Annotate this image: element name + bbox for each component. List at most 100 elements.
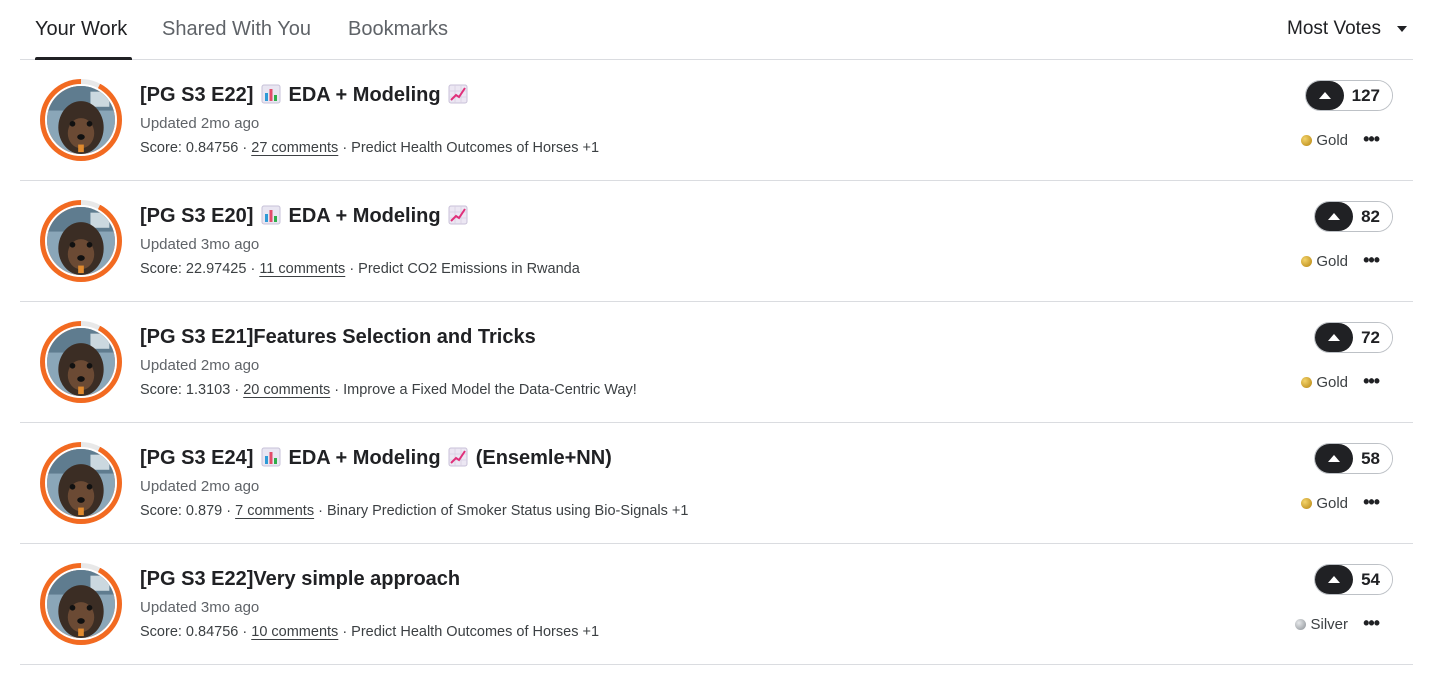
medal-badge: Gold: [1301, 495, 1348, 512]
notebook-meta: Score: 0.84756 · 10 comments · Predict H…: [140, 622, 599, 642]
avatar-image: [45, 84, 117, 156]
list-item[interactable]: [PG S3 E24] EDA + Modeling (Ensemle+NN) …: [20, 423, 1413, 544]
medal-label: Gold: [1316, 253, 1348, 270]
gold-medal-icon: [1301, 498, 1313, 509]
notebook-meta: Score: 0.879 · 7 comments · Binary Predi…: [140, 501, 688, 521]
competition-text: · Predict Health Outcomes of Horses +1: [342, 624, 600, 640]
title-middle: EDA + Modeling: [288, 447, 441, 469]
notebook-list: [PG S3 E22] EDA + Modeling Updated 2mo a…: [20, 60, 1413, 665]
title-middle: EDA + Modeling: [288, 84, 441, 106]
vote-button[interactable]: 54: [1314, 564, 1393, 595]
upvote-button[interactable]: [1315, 202, 1354, 231]
comments-link[interactable]: 10 comments: [251, 624, 338, 640]
notebook-title[interactable]: [PG S3 E20] EDA + Modeling: [140, 203, 470, 229]
notebook-title[interactable]: [PG S3 E22]Very simple approach: [140, 566, 460, 592]
more-options-icon[interactable]: •••: [1363, 251, 1380, 269]
updated-text: Updated 3mo ago: [140, 236, 260, 253]
medal-badge: Gold: [1301, 132, 1348, 149]
notebook-title[interactable]: [PG S3 E24] EDA + Modeling (Ensemle+NN): [140, 445, 612, 471]
tab-bookmarks[interactable]: Bookmarks: [348, 17, 448, 41]
medal-label: Gold: [1316, 495, 1348, 512]
comments-link[interactable]: 11 comments: [259, 261, 345, 277]
caret-up-icon: [1328, 213, 1341, 220]
notebook-title[interactable]: [PG S3 E21]Features Selection and Tricks: [140, 324, 536, 350]
avatar[interactable]: [40, 79, 122, 161]
list-item[interactable]: [PG S3 E21]Features Selection and Tricks…: [20, 302, 1413, 423]
score-text: Score: 1.3103 ·: [140, 382, 240, 398]
notebook-meta: Score: 1.3103 · 20 comments · Improve a …: [140, 380, 637, 400]
caret-up-icon: [1318, 92, 1331, 99]
vote-count: 82: [1353, 202, 1392, 231]
avatar[interactable]: [40, 321, 122, 403]
medal-badge: Gold: [1301, 253, 1348, 270]
chart-increasing-emoji-icon: [448, 205, 468, 225]
competition-text: · Improve a Fixed Model the Data-Centric…: [334, 382, 637, 398]
gold-medal-icon: [1301, 135, 1313, 146]
comments-link[interactable]: 20 comments: [243, 382, 330, 398]
avatar[interactable]: [40, 200, 122, 282]
title-prefix: [PG S3 E24]: [140, 447, 254, 469]
medal-badge: Gold: [1301, 374, 1348, 391]
score-text: Score: 0.84756 ·: [140, 624, 248, 640]
silver-medal-icon: [1295, 619, 1307, 630]
list-item[interactable]: [PG S3 E22] EDA + Modeling Updated 2mo a…: [20, 60, 1413, 181]
avatar-image: [45, 447, 117, 519]
bar-chart-emoji-icon: [261, 205, 281, 225]
caret-up-icon: [1328, 455, 1341, 462]
tabs-bar: Your Work Shared With You Bookmarks Most…: [20, 0, 1413, 60]
competition-text: · Binary Prediction of Smoker Status usi…: [318, 503, 689, 519]
medal-label: Gold: [1316, 132, 1348, 149]
title-suffix: (Ensemle+NN): [475, 447, 612, 469]
tab-shared-with-you[interactable]: Shared With You: [162, 17, 311, 41]
avatar[interactable]: [40, 442, 122, 524]
list-item[interactable]: [PG S3 E22]Very simple approach Updated …: [20, 544, 1413, 665]
vote-button[interactable]: 58: [1314, 443, 1393, 474]
upvote-button[interactable]: [1315, 565, 1354, 594]
more-options-icon[interactable]: •••: [1363, 130, 1380, 148]
more-options-icon[interactable]: •••: [1363, 493, 1380, 511]
tab-your-work[interactable]: Your Work: [35, 17, 127, 41]
list-item[interactable]: [PG S3 E20] EDA + Modeling Updated 3mo a…: [20, 181, 1413, 302]
medal-label: Gold: [1316, 374, 1348, 391]
vote-button[interactable]: 82: [1314, 201, 1393, 232]
notebook-meta: Score: 0.84756 · 27 comments · Predict H…: [140, 138, 599, 158]
upvote-button[interactable]: [1305, 81, 1344, 110]
upvote-button[interactable]: [1315, 444, 1354, 473]
more-options-icon[interactable]: •••: [1363, 614, 1380, 632]
updated-text: Updated 2mo ago: [140, 478, 260, 495]
vote-count: 54: [1353, 565, 1392, 594]
competition-text: · Predict Health Outcomes of Horses +1: [342, 140, 600, 156]
title-prefix: [PG S3 E22]: [140, 84, 254, 106]
medal-badge: Silver: [1295, 616, 1348, 633]
medal-label: Silver: [1310, 616, 1348, 633]
comments-link[interactable]: 7 comments: [235, 503, 314, 519]
vote-count: 127: [1343, 81, 1392, 110]
title-prefix: [PG S3 E20]: [140, 205, 254, 227]
caret-up-icon: [1328, 576, 1341, 583]
upvote-button[interactable]: [1315, 323, 1354, 352]
comments-link[interactable]: 27 comments: [251, 140, 338, 156]
sort-dropdown[interactable]: Most Votes: [1287, 17, 1407, 41]
sort-label: Most Votes: [1287, 18, 1381, 39]
avatar[interactable]: [40, 563, 122, 645]
title-middle: EDA + Modeling: [288, 205, 441, 227]
avatar-image: [45, 326, 117, 398]
caret-up-icon: [1328, 334, 1341, 341]
bar-chart-emoji-icon: [261, 84, 281, 104]
vote-button[interactable]: 127: [1304, 80, 1393, 111]
competition-text: · Predict CO2 Emissions in Rwanda: [349, 261, 580, 277]
vote-count: 58: [1353, 444, 1392, 473]
avatar-image: [45, 568, 117, 640]
gold-medal-icon: [1301, 256, 1313, 267]
notebook-meta: Score: 22.97425 · 11 comments · Predict …: [140, 259, 580, 279]
vote-button[interactable]: 72: [1314, 322, 1393, 353]
score-text: Score: 22.97425 ·: [140, 261, 256, 277]
notebook-title[interactable]: [PG S3 E22] EDA + Modeling: [140, 82, 470, 108]
vote-count: 72: [1353, 323, 1392, 352]
bar-chart-emoji-icon: [261, 447, 281, 467]
gold-medal-icon: [1301, 377, 1313, 388]
score-text: Score: 0.879 ·: [140, 503, 232, 519]
more-options-icon[interactable]: •••: [1363, 372, 1380, 390]
updated-text: Updated 2mo ago: [140, 115, 260, 132]
updated-text: Updated 2mo ago: [140, 357, 260, 374]
